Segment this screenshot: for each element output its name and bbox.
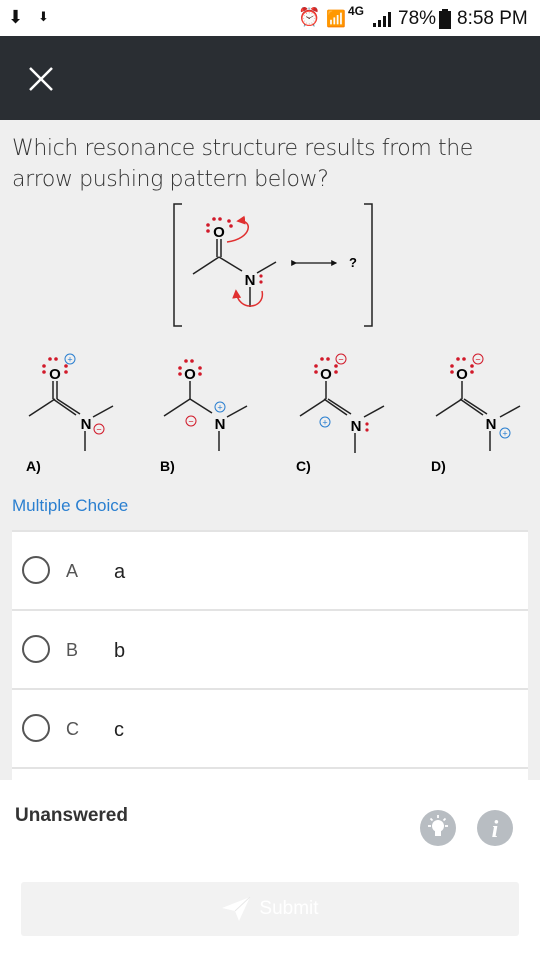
structure-option-b: O N + − bbox=[163, 359, 248, 451]
atom-o: O bbox=[456, 366, 468, 383]
choice-text: c bbox=[114, 719, 124, 741]
choice-c[interactable]: C c bbox=[12, 690, 528, 769]
choice-b[interactable]: B b bbox=[12, 611, 528, 690]
hint-button[interactable] bbox=[420, 810, 456, 846]
left-bracket bbox=[173, 203, 182, 327]
radio-button[interactable] bbox=[22, 714, 50, 742]
option-label-a: A) bbox=[26, 458, 41, 474]
atom-n: N bbox=[215, 416, 226, 433]
wifi-icon: 📶 bbox=[326, 9, 346, 28]
structure-option-a: O N + − bbox=[28, 353, 114, 451]
choice-letter: B bbox=[66, 640, 79, 660]
question-text: Which resonance structure results from t… bbox=[12, 136, 473, 192]
signal-icon bbox=[373, 12, 391, 27]
plus-charge: + bbox=[322, 418, 327, 428]
minus-charge: − bbox=[475, 355, 480, 365]
svg-text:i: i bbox=[492, 817, 499, 843]
multiple-choice-label: Multiple Choice bbox=[12, 496, 129, 515]
clock: 8:58 PM bbox=[457, 8, 528, 29]
radio-button[interactable] bbox=[22, 556, 50, 584]
alarm-icon: ⏰ bbox=[298, 7, 321, 28]
download-icon: ⬇ bbox=[8, 7, 24, 28]
minus-charge: − bbox=[188, 417, 193, 427]
option-label-b: B) bbox=[160, 458, 175, 474]
info-button[interactable]: i bbox=[477, 810, 513, 846]
plus-charge: + bbox=[67, 355, 72, 365]
lightbulb-icon bbox=[428, 815, 448, 836]
info-icon: i bbox=[492, 817, 499, 843]
minus-charge: − bbox=[338, 355, 343, 365]
structure-option-d: O N − + bbox=[435, 353, 521, 451]
download-small-icon: ⬇ bbox=[38, 10, 49, 25]
plus-charge: + bbox=[502, 429, 507, 439]
choice-list: A a B b C c bbox=[12, 530, 528, 780]
choice-text: a bbox=[114, 561, 126, 583]
atom-n: N bbox=[245, 272, 256, 289]
right-bracket bbox=[364, 203, 373, 327]
app-bar bbox=[0, 36, 540, 120]
submit-button[interactable]: Submit bbox=[21, 882, 519, 936]
atom-n: N bbox=[351, 418, 362, 435]
send-icon bbox=[222, 896, 251, 921]
battery-icon bbox=[439, 9, 451, 29]
network-type: 4G bbox=[348, 4, 365, 18]
plus-charge: + bbox=[217, 403, 222, 413]
choice-a[interactable]: A a bbox=[12, 532, 528, 611]
atom-o: O bbox=[320, 366, 332, 383]
atom-n: N bbox=[486, 416, 497, 433]
minus-charge: − bbox=[96, 425, 101, 435]
submit-label: Submit bbox=[259, 898, 319, 919]
choice-text: b bbox=[114, 640, 126, 662]
resonance-figure: O N ? O N + − O N + − O N − + O N − + A)… bbox=[26, 203, 521, 474]
battery-percent: 78% bbox=[398, 8, 437, 29]
answer-status: Unanswered bbox=[15, 805, 128, 826]
atom-o: O bbox=[184, 366, 196, 383]
status-bar: ⬇ ⬇ ⏰ 📶 4G 78% 8:58 PM bbox=[0, 0, 540, 36]
reactant-structure: O N bbox=[192, 215, 277, 307]
structure-option-c: O N − + bbox=[299, 353, 385, 453]
choice-letter: A bbox=[66, 561, 79, 581]
option-label-c: C) bbox=[296, 458, 311, 474]
radio-button[interactable] bbox=[22, 635, 50, 663]
question-mark: ? bbox=[349, 255, 357, 270]
close-button[interactable] bbox=[18, 56, 64, 102]
atom-o: O bbox=[213, 224, 225, 241]
atom-n: N bbox=[81, 416, 92, 433]
close-icon bbox=[29, 67, 53, 91]
choice-letter: C bbox=[66, 719, 79, 739]
atom-o: O bbox=[49, 366, 61, 383]
bottom-panel: Unanswered i Submit bbox=[0, 780, 540, 960]
option-label-d: D) bbox=[431, 458, 446, 474]
